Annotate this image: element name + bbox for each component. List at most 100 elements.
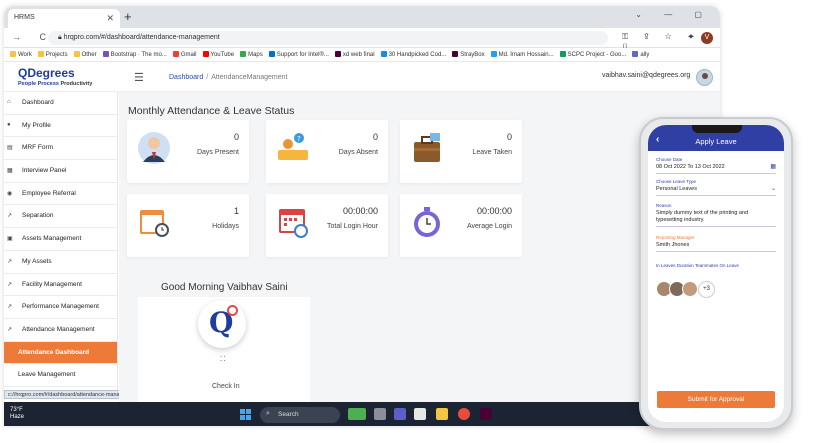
separation-icon: ↗ — [7, 213, 13, 220]
bookmark-item[interactable]: Support for Intel®... — [268, 51, 329, 58]
phone-screen: ‹ Apply Leave Choose Date 08 Oct 2022 To… — [648, 125, 784, 422]
drag-handle-icon[interactable]: ⁚⁚ — [220, 355, 226, 363]
date-field[interactable]: Choose Date 08 Oct 2022 To 13 Oct 2022 ▦ — [656, 157, 776, 174]
briefcase-icon — [414, 133, 440, 162]
weather-widget[interactable]: 73°F Haze — [10, 407, 24, 421]
sidebar-item-label: Performance Management — [22, 303, 99, 311]
app-header: QDegrees People Process Productivity ☰ D… — [4, 62, 720, 92]
file-explorer-icon[interactable] — [436, 408, 448, 420]
bookmark-item[interactable]: Projects — [37, 51, 68, 58]
sidebar-subitem-attendance-dashboard[interactable]: Attendance Dashboard — [4, 341, 117, 365]
sidebar-item-label: Separation — [22, 212, 54, 220]
window-controls[interactable]: ⌄ — ▢ — [635, 10, 712, 19]
tab-title: HRMS — [14, 14, 35, 21]
bookmark-item[interactable]: Other — [73, 51, 97, 58]
avatar — [682, 281, 698, 297]
bookmark-favicon-icon — [490, 51, 497, 57]
store-icon[interactable] — [414, 408, 426, 420]
browser-tab[interactable]: HRMS ✕ — [8, 9, 120, 28]
stat-card-total-login-hour[interactable]: 00:00:00 Total Login Hour — [266, 194, 388, 257]
stat-label: Days Absent — [338, 149, 378, 156]
greeting-text: Good Morning Vaibhav Saini — [161, 282, 288, 293]
windows-taskbar: 73°F Haze ⌕ Search — [4, 402, 720, 426]
bookmark-item[interactable]: Gmail — [172, 51, 197, 58]
screenshot-root: HRMS ✕ + ⌄ — ▢ → C 🔒︎ hrqpro.com/#/dashb… — [0, 0, 837, 443]
tab-bar: HRMS ✕ + ⌄ — ▢ — [4, 6, 720, 28]
sidebar-item-attendance-management[interactable]: ↗ Attendance Management — [4, 319, 117, 342]
xd-icon[interactable] — [480, 408, 492, 420]
sidebar-item-dashboard[interactable]: ⌂ Dashboard — [4, 92, 117, 115]
submit-for-approval-button[interactable]: Submit for Approval — [657, 391, 775, 408]
reason-field[interactable]: Reason Simply dummy text of the printing… — [656, 203, 776, 227]
bookmark-item[interactable]: SCPC Project - Goo... — [559, 51, 626, 58]
stat-card-days-present[interactable]: 0 Days Present — [127, 120, 249, 183]
sidebar-item-performance-management[interactable]: ↗ Performance Management — [4, 296, 117, 319]
reporting-manager-field: Reporting Manager Smith Jhones — [656, 235, 776, 252]
sidebar-item-my-assets[interactable]: ↗ My Assets — [4, 251, 117, 274]
task-view-icon[interactable] — [374, 408, 386, 420]
sidebar-item-mrf-form[interactable]: ▤ MRF Form — [4, 137, 117, 161]
bookmark-item[interactable]: StrayBox — [452, 51, 485, 58]
search-icon: ⌕ — [266, 410, 270, 417]
bookmark-item[interactable]: Maps — [240, 51, 263, 58]
stat-label: Average Login — [466, 223, 512, 230]
check-in-button[interactable]: Q — [198, 300, 246, 348]
breadcrumb-home[interactable]: Dashboard — [169, 74, 203, 81]
sidebar-item-assets-management[interactable]: ▣ Assets Management — [4, 228, 117, 251]
widgets-icon[interactable] — [348, 408, 366, 420]
sidebar-item-facility-management[interactable]: ↗ Facility Management — [4, 274, 117, 297]
bookmark-favicon-icon — [172, 51, 179, 57]
main-content: Monthly Attendance & Leave Status 0 Days… — [119, 92, 720, 402]
attendance-icon: ↗ — [7, 326, 13, 333]
more-teammates-badge[interactable]: +3 — [698, 281, 715, 298]
stat-value: 0 — [506, 132, 512, 142]
taskbar-search[interactable]: ⌕ Search — [260, 407, 340, 423]
profile-avatar[interactable]: V — [701, 32, 713, 44]
bookmark-favicon-icon — [10, 51, 16, 57]
bookmark-item[interactable]: Md. Imam Hossain... — [490, 51, 554, 58]
bookmark-favicon-icon — [632, 51, 639, 57]
bookmark-favicon-icon — [380, 51, 387, 57]
address-toolbar: → C 🔒︎ hrqpro.com/#/dashboard/attendance… — [4, 28, 720, 51]
sidebar-item-interview-panel[interactable]: ▦ Interview Panel — [4, 160, 117, 183]
stat-label: Total Login Hour — [327, 223, 378, 230]
breadcrumb-separator: / — [206, 74, 209, 81]
sidebar-item-employee-referral[interactable]: ◉ Employee Referral — [4, 183, 117, 206]
start-icon[interactable] — [240, 409, 252, 421]
phone-mockup: ‹ Apply Leave Choose Date 08 Oct 2022 To… — [639, 117, 793, 430]
sidebar-subitem-leave-management[interactable]: Leave Management — [4, 364, 117, 387]
stat-card-average-login[interactable]: 00:00:00 Average Login — [400, 194, 522, 257]
bookmark-item[interactable]: ally — [632, 51, 649, 58]
sidebar-item-my-profile[interactable]: ● My Profile — [4, 115, 117, 138]
bookmark-item[interactable]: Work — [10, 51, 32, 58]
bookmarks-bar: Work Projects Other Bootstrap · The mo... Gm… — [4, 48, 720, 62]
chrome-icon[interactable] — [458, 408, 470, 420]
menu-toggle-icon[interactable]: ☰ — [134, 71, 144, 84]
facility-icon: ↗ — [7, 281, 13, 288]
bookmark-item[interactable]: YouTube — [202, 51, 234, 58]
stat-card-leave-taken[interactable]: 0 Leave Taken — [400, 120, 522, 183]
sidebar: ⌂ Dashboard ● My Profile ▤ MRF Form ▦ Interview… — [4, 92, 118, 394]
bookmark-favicon-icon — [334, 51, 341, 57]
leave-type-select[interactable]: Choose Leave Type Personal Leaves ⌄ — [656, 179, 776, 196]
bookmark-item[interactable]: Bootstrap · The mo... — [102, 51, 167, 58]
address-bar[interactable]: 🔒︎ hrqpro.com/#/dashboard/attendance-man… — [48, 31, 608, 45]
sidebar-item-label: Employee Referral — [22, 189, 76, 197]
person-icon — [138, 132, 170, 164]
absent-icon: ? — [278, 133, 308, 160]
close-tab-icon[interactable]: ✕ — [106, 13, 114, 24]
form-icon: ▤ — [7, 145, 13, 152]
bookmark-favicon-icon — [73, 51, 80, 57]
qdegrees-logo[interactable]: QDegrees People Process Productivity — [18, 66, 92, 87]
stat-card-holidays[interactable]: 1 Holidays — [127, 194, 249, 257]
new-tab-icon[interactable]: + — [124, 9, 132, 24]
phone-notch — [692, 125, 742, 133]
logo-tagline: People Process Productivity — [18, 81, 93, 87]
apply-leave-title: Apply Leave — [695, 137, 737, 146]
user-avatar[interactable] — [696, 69, 713, 86]
sidebar-item-separation[interactable]: ↗ Separation — [4, 205, 117, 229]
bookmark-item[interactable]: xd web final — [334, 51, 375, 58]
stat-card-days-absent[interactable]: ? 0 Days Absent — [266, 120, 388, 183]
bookmark-item[interactable]: 30 Handpicked Cod... — [380, 51, 446, 58]
teams-icon[interactable] — [394, 408, 406, 420]
